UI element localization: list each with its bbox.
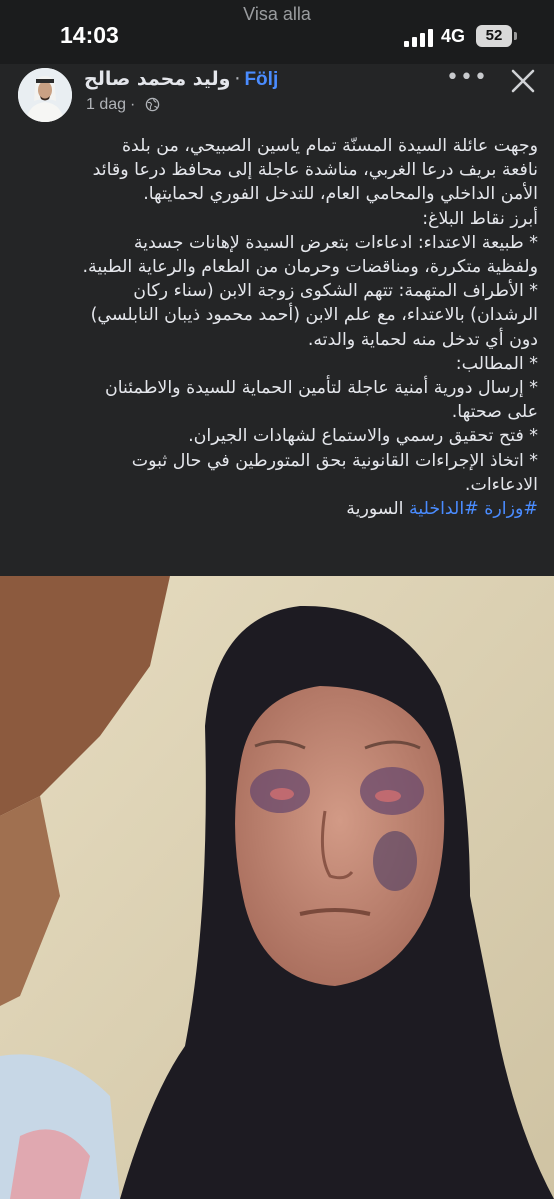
post-text-line: * طبيعة الاعتداء: ادعاءات بتعرض السيدة ل… [133,232,538,253]
post-text-line: * إرسال دورية أمنية عاجلة لتأمين الحماية… [104,378,538,399]
clock: 14:03 [60,22,119,48]
hashtag-link[interactable]: #وزارة #الداخلية [409,499,538,519]
globe-icon [145,97,160,117]
separator-dot-2: · [130,96,136,113]
follow-button[interactable]: Följ [244,69,278,90]
close-icon[interactable] [508,66,538,96]
avatar[interactable] [18,68,72,122]
hashtag-line: #وزارة #الداخلية السورية [14,497,538,521]
author-row: وليد محمد صالح · Följ [84,68,278,94]
battery-icon: 52 [476,25,512,47]
post-header: وليد محمد صالح · Följ 1 dag · ••• [0,58,554,122]
post-text-line: * الأطراف المتهمة: تتهم الشكوى زوجة الاب… [133,281,538,302]
post-body: وجهت عائلة السيدة المسنّة تمام ياسين الص… [14,134,538,521]
status-bar: Visa alla 14:03 4G 52 [0,0,554,64]
post-text-line: وجهت عائلة السيدة المسنّة تمام ياسين الص… [121,136,538,156]
battery-tip [514,32,517,40]
signal-icon [404,29,434,47]
post-text-line: أبرز نقاط البلاغ: [422,208,538,229]
post-timestamp[interactable]: 1 dag [86,96,126,113]
post-text-line: ولفظية متكررة، ومناقضات وحرمان من الطعام… [82,257,538,278]
post-text-line: دون أي تدخل منه لحماية والدته. [307,329,538,350]
separator-dot: · [234,68,241,90]
hashtag-suffix: السورية [346,499,410,520]
post-text-line: الادعاءات. [464,474,538,495]
post-text-line: * اتخاذ الإجراءات القانونية بحق المتورطي… [131,450,538,471]
post-photo[interactable] [0,576,554,1199]
author-name[interactable]: وليد محمد صالح [84,68,230,90]
post-text-line: نافعة بريف درعا الغربي، مناشدة عاجلة إلى… [92,160,538,181]
post-text-line: * فتح تحقيق رسمي والاستماع لشهادات الجير… [188,426,538,447]
post-text-line: الأمن الداخلي والمحامي العام، للتدخل الف… [143,184,538,205]
more-icon[interactable]: ••• [446,67,487,92]
post-text-line: الرشدان) بالاعتداء، مع علم الابن (أحمد م… [90,305,538,326]
post-meta: 1 dag · [86,96,160,117]
post-text-line: على صحتها. [451,402,538,423]
post-text-line: * المطالب: [455,353,538,374]
network-type: 4G [441,26,466,46]
